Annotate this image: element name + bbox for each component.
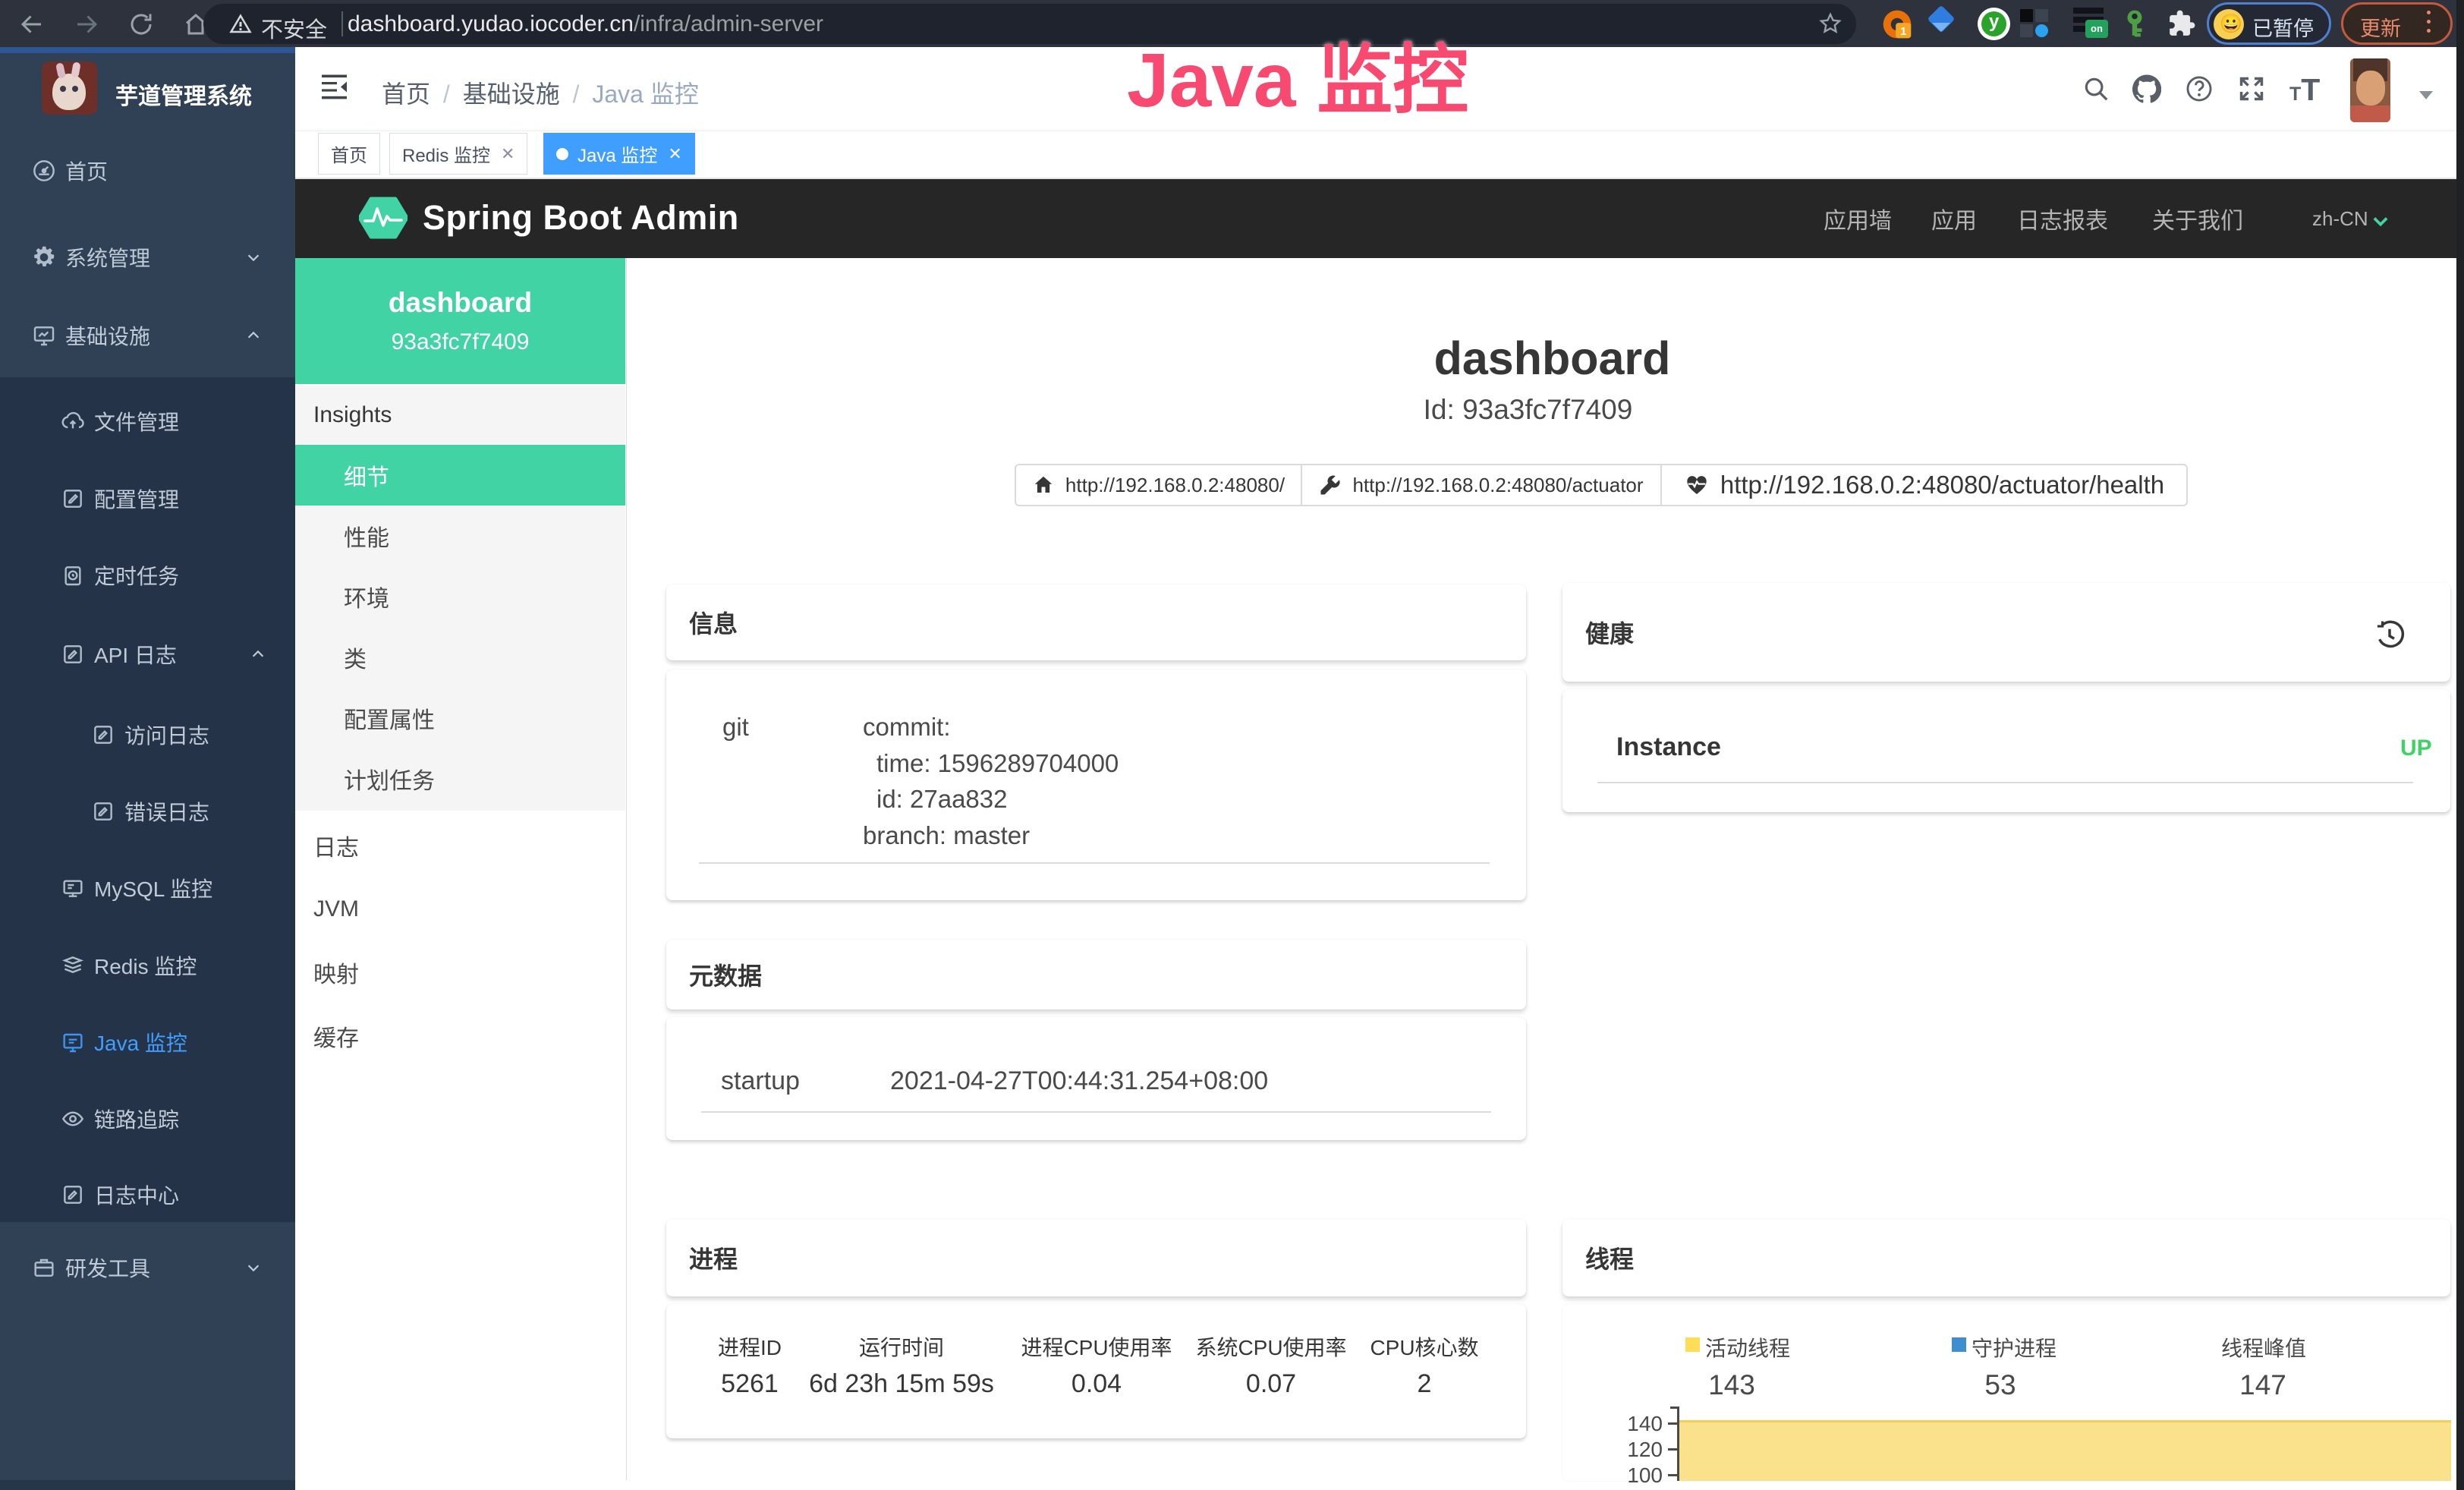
svg-text:1: 1 <box>1900 26 1906 38</box>
